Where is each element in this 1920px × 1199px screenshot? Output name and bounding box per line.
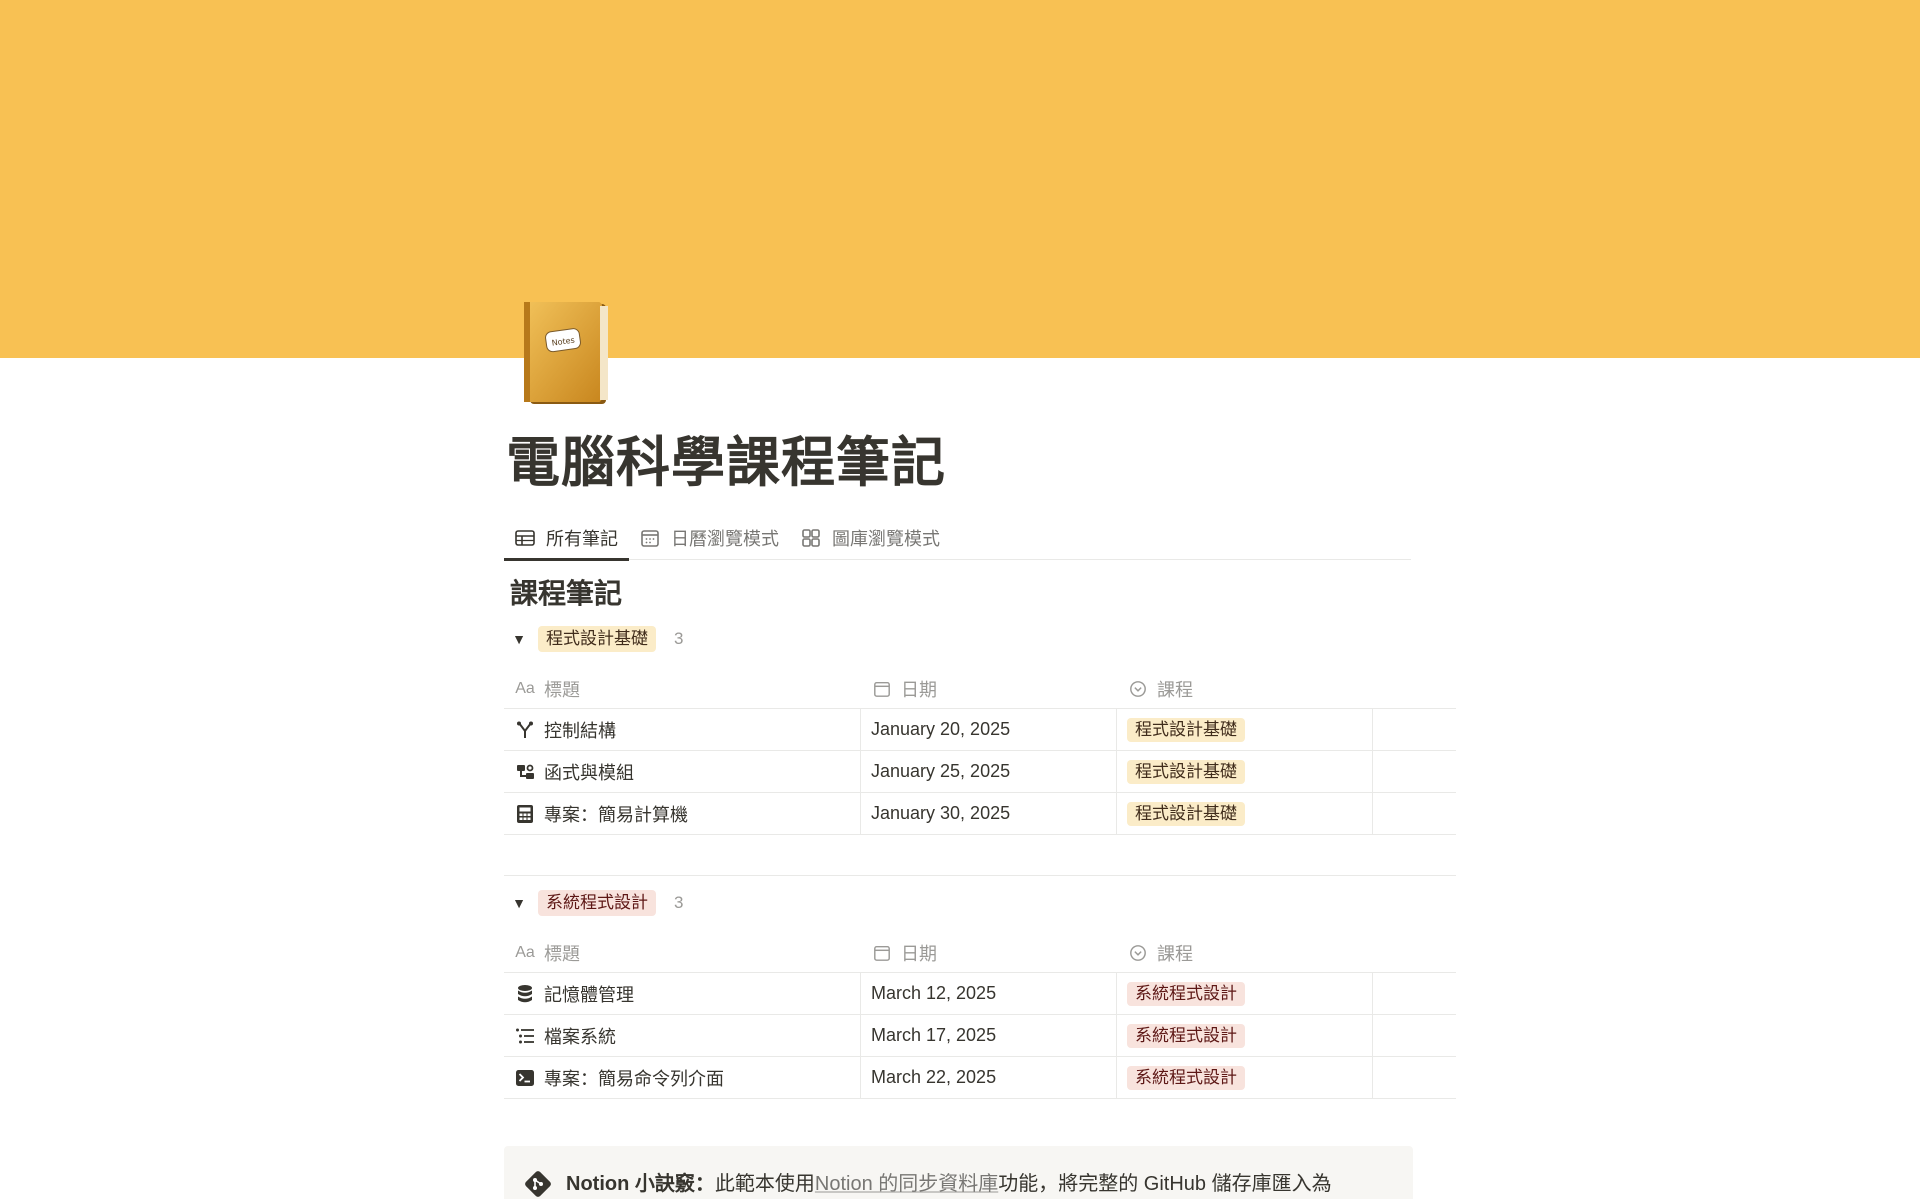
course-tag: 程式設計基礎 bbox=[1127, 759, 1245, 784]
column-label: 課程 bbox=[1157, 943, 1193, 964]
select-icon bbox=[1127, 944, 1149, 962]
row-title[interactable]: 專案：簡易計算機 bbox=[544, 801, 688, 827]
column-label: 標題 bbox=[544, 679, 580, 700]
group-header[interactable]: ▼ 程式設計基礎 3 bbox=[504, 617, 1456, 661]
terminal-icon bbox=[514, 1067, 536, 1089]
row-title[interactable]: 函式與模組 bbox=[544, 759, 634, 785]
row-date: January 25, 2025 bbox=[871, 761, 1011, 781]
column-title[interactable]: Aa 標題 bbox=[504, 669, 861, 708]
caret-down-icon[interactable]: ▼ bbox=[504, 895, 534, 911]
group-systems-programming: ▼ 系統程式設計 3 Aa 標題 日期 課程 記憶體管理 March 12, 20… bbox=[504, 881, 1456, 1099]
row-date: March 12, 2025 bbox=[871, 983, 997, 1003]
row-title[interactable]: 專案：簡易命令列介面 bbox=[544, 1065, 724, 1091]
row-date: March 22, 2025 bbox=[871, 1067, 997, 1087]
select-icon bbox=[1127, 680, 1149, 698]
branch-icon bbox=[514, 719, 536, 741]
table-row[interactable]: 專案：簡易命令列介面 March 22, 2025 系統程式設計 bbox=[504, 1057, 1456, 1099]
sync-database-link[interactable]: Notion 的同步資料庫 bbox=[815, 1173, 998, 1195]
page-cover[interactable] bbox=[0, 0, 1920, 358]
tab-all-notes[interactable]: 所有筆記 bbox=[504, 516, 629, 561]
column-title[interactable]: Aa 標題 bbox=[504, 933, 861, 972]
group-count: 3 bbox=[674, 893, 684, 912]
column-label: 日期 bbox=[901, 943, 937, 964]
row-title[interactable]: 記憶體管理 bbox=[544, 981, 634, 1007]
notebook-icon[interactable]: Notes bbox=[516, 298, 612, 410]
row-title[interactable]: 控制結構 bbox=[544, 717, 616, 743]
table-row[interactable]: 函式與模組 January 25, 2025 程式設計基礎 bbox=[504, 751, 1456, 793]
calendar-icon bbox=[871, 680, 893, 698]
table-row[interactable]: 控制結構 January 20, 2025 程式設計基礎 bbox=[504, 709, 1456, 751]
database-title[interactable]: 課程筆記 bbox=[510, 572, 622, 612]
tab-label: 圖庫瀏覽模式 bbox=[832, 529, 940, 549]
row-title[interactable]: 檔案系統 bbox=[544, 1023, 616, 1049]
group-footer bbox=[504, 835, 1456, 876]
group-count: 3 bbox=[674, 629, 684, 648]
caret-down-icon[interactable]: ▼ bbox=[504, 631, 534, 647]
tab-calendar-view[interactable]: 日曆瀏覽模式 bbox=[629, 516, 790, 560]
callout-bold: Notion 小訣竅： bbox=[566, 1173, 715, 1195]
row-date: January 30, 2025 bbox=[871, 803, 1011, 823]
list-icon bbox=[514, 1025, 536, 1047]
row-date: January 20, 2025 bbox=[871, 719, 1011, 739]
tab-label: 日曆瀏覽模式 bbox=[671, 529, 779, 549]
table-header: Aa 標題 日期 課程 bbox=[504, 669, 1456, 709]
table-row[interactable]: 專案：簡易計算機 January 30, 2025 程式設計基礎 bbox=[504, 793, 1456, 835]
column-course[interactable]: 課程 bbox=[1117, 669, 1373, 708]
tab-gallery-view[interactable]: 圖庫瀏覽模式 bbox=[790, 516, 951, 560]
gallery-icon bbox=[801, 528, 821, 548]
callout-text: Notion 小訣竅：此範本使用Notion 的同步資料庫功能，將完整的 Git… bbox=[566, 1170, 1332, 1198]
course-tag: 程式設計基礎 bbox=[1127, 801, 1245, 826]
tab-label: 所有筆記 bbox=[546, 529, 618, 549]
course-tag: 程式設計基礎 bbox=[1127, 717, 1245, 742]
table-row[interactable]: 檔案系統 March 17, 2025 系統程式設計 bbox=[504, 1015, 1456, 1057]
row-date: March 17, 2025 bbox=[871, 1025, 997, 1045]
column-date[interactable]: 日期 bbox=[861, 669, 1117, 708]
group-header[interactable]: ▼ 系統程式設計 3 bbox=[504, 881, 1456, 925]
text-type-icon: Aa bbox=[515, 679, 535, 697]
column-date[interactable]: 日期 bbox=[861, 933, 1117, 972]
column-label: 課程 bbox=[1157, 679, 1193, 700]
calendar-icon bbox=[871, 944, 893, 962]
table-icon bbox=[515, 528, 535, 548]
course-tag: 系統程式設計 bbox=[1127, 981, 1245, 1006]
column-course[interactable]: 課程 bbox=[1117, 933, 1373, 972]
column-label: 標題 bbox=[544, 943, 580, 964]
page-title: 電腦科學課程筆記 bbox=[506, 433, 946, 493]
modules-icon bbox=[514, 761, 536, 783]
database-icon bbox=[514, 983, 536, 1005]
calculator-icon bbox=[514, 803, 536, 825]
group-tag: 系統程式設計 bbox=[538, 890, 656, 916]
view-tabs: 所有筆記 日曆瀏覽模式 圖庫瀏覽模式 bbox=[504, 516, 1411, 561]
course-tag: 系統程式設計 bbox=[1127, 1023, 1245, 1048]
column-label: 日期 bbox=[901, 679, 937, 700]
git-icon bbox=[524, 1170, 552, 1198]
table-row[interactable]: 記憶體管理 March 12, 2025 系統程式設計 bbox=[504, 973, 1456, 1015]
course-tag: 系統程式設計 bbox=[1127, 1065, 1245, 1090]
group-tag: 程式設計基礎 bbox=[538, 626, 656, 652]
callout-text-after: 功能，將完整的 GitHub 儲存庫匯入為 bbox=[998, 1173, 1332, 1195]
text-type-icon: Aa bbox=[515, 943, 535, 961]
group-programming-basics: ▼ 程式設計基礎 3 Aa 標題 日期 課程 控制結構 January 20, 2… bbox=[504, 617, 1456, 876]
callout-text-before: 此範本使用 bbox=[714, 1173, 815, 1195]
tip-callout: Notion 小訣竅：此範本使用Notion 的同步資料庫功能，將完整的 Git… bbox=[504, 1146, 1413, 1199]
calendar-icon bbox=[640, 528, 660, 548]
table-header: Aa 標題 日期 課程 bbox=[504, 933, 1456, 973]
